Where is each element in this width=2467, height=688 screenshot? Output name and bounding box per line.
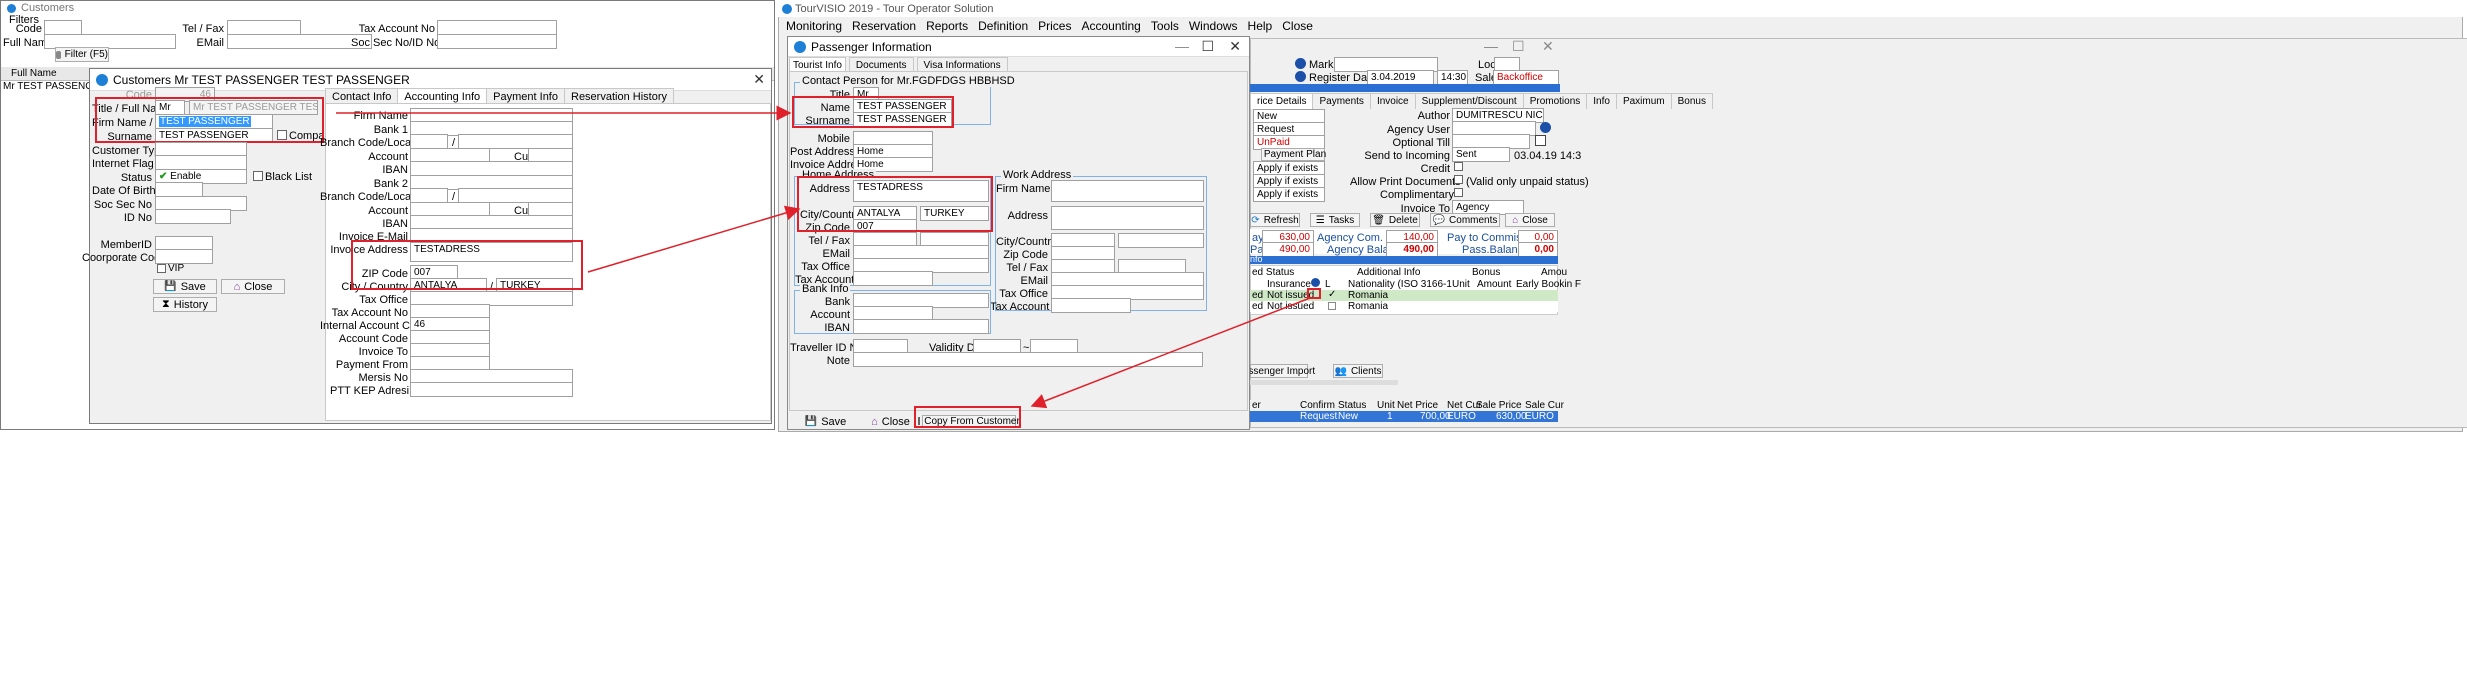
arrow-invoice-to-home <box>587 205 801 273</box>
arrow-insurance-to-copy <box>1030 297 1311 409</box>
annotation-arrows <box>336 105 1311 409</box>
